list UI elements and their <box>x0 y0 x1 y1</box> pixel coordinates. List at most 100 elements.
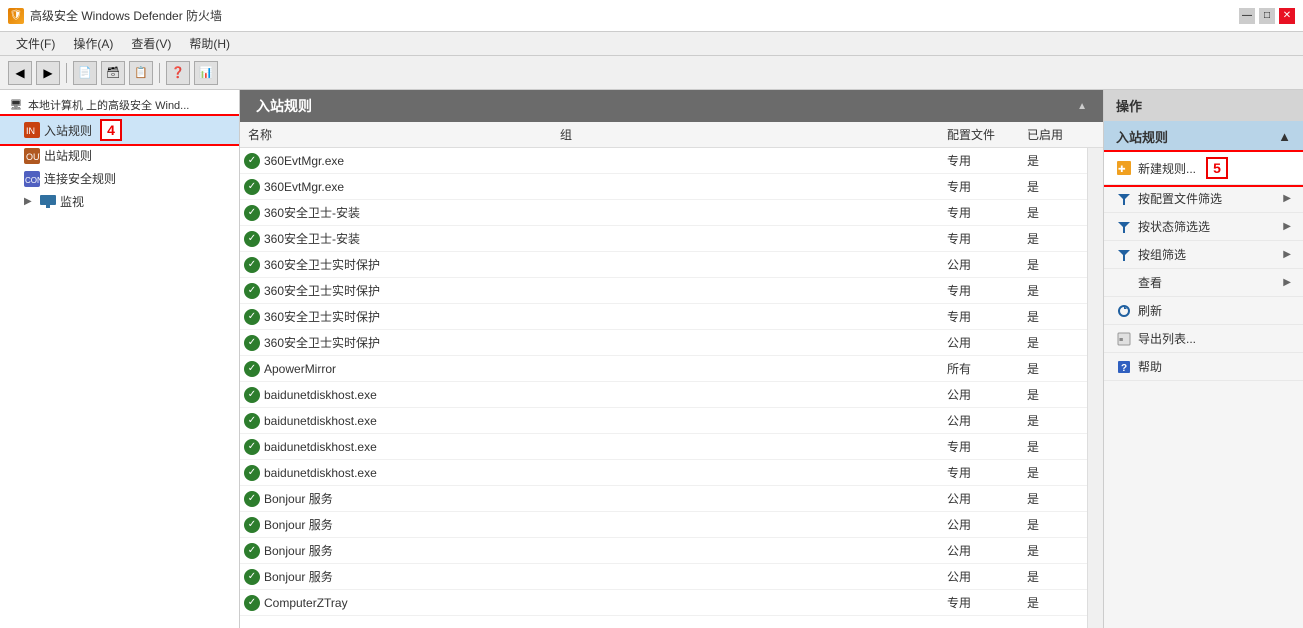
table-row[interactable]: ✓ baidunetdiskhost.exe 公用 是 <box>240 382 1087 408</box>
td-enabled-11: 是 <box>1027 438 1087 455</box>
td-name-8: ✓ ApowerMirror <box>240 361 560 377</box>
help-label: 帮助 <box>1138 358 1162 375</box>
td-profile-8: 所有 <box>947 360 1027 377</box>
menu-action[interactable]: 操作(A) <box>65 33 121 54</box>
refresh-item[interactable]: 刷新 <box>1104 297 1303 325</box>
table-row[interactable]: ✓ 360EvtMgr.exe 专用 是 <box>240 174 1087 200</box>
center-panel-header: 入站规则 ▲ <box>240 90 1103 122</box>
td-name-5: ✓ 360安全卫士实时保护 <box>240 282 560 299</box>
td-enabled-12: 是 <box>1027 464 1087 481</box>
filter-status-icon <box>1116 219 1132 235</box>
filter-profile-label: 按配置文件筛选 <box>1138 190 1222 207</box>
check-icon-11: ✓ <box>244 439 260 455</box>
table-row[interactable]: ✓ 360安全卫士实时保护 专用 是 <box>240 278 1087 304</box>
check-icon-8: ✓ <box>244 361 260 377</box>
check-icon-6: ✓ <box>244 309 260 325</box>
scrollbar[interactable] <box>1087 148 1103 628</box>
sidebar-item-inbound[interactable]: IN 入站规则 4 <box>0 116 239 144</box>
td-enabled-15: 是 <box>1027 542 1087 559</box>
back-button[interactable]: ◀ <box>8 61 32 85</box>
toolbar-btn-3[interactable]: 📋 <box>129 61 153 85</box>
filter-status-item[interactable]: 按状态筛选选 ▶ <box>1104 213 1303 241</box>
maximize-button[interactable]: □ <box>1259 8 1275 24</box>
table-row[interactable]: ✓ 360安全卫士实时保护 公用 是 <box>240 252 1087 278</box>
menu-bar: 文件(F) 操作(A) 查看(V) 帮助(H) <box>0 32 1303 56</box>
td-profile-11: 专用 <box>947 438 1027 455</box>
table-row[interactable]: ✓ 360安全卫士实时保护 专用 是 <box>240 304 1087 330</box>
table-row[interactable]: ✓ ApowerMirror 所有 是 <box>240 356 1087 382</box>
check-icon-1: ✓ <box>244 179 260 195</box>
help-icon: ? <box>1116 359 1132 375</box>
svg-text:✚: ✚ <box>1118 164 1126 174</box>
table-row[interactable]: ✓ 360安全卫士-安装 专用 是 <box>240 200 1087 226</box>
window-controls[interactable]: — □ ✕ <box>1239 8 1295 24</box>
sidebar-item-connection[interactable]: CON 连接安全规则 <box>0 167 239 190</box>
table-row[interactable]: ✓ Bonjour 服务 公用 是 <box>240 512 1087 538</box>
monitor-icon <box>40 194 56 210</box>
main-layout: 🖥 本地计算机 上的高级安全 Wind... IN 入站规则 4 OUT 出站规… <box>0 90 1303 628</box>
outbound-label: 出站规则 <box>44 147 92 164</box>
filter-group-label: 按组筛选 <box>1138 246 1186 263</box>
toolbar-btn-grid[interactable]: 📊 <box>194 61 218 85</box>
td-enabled-8: 是 <box>1027 360 1087 377</box>
table-row[interactable]: ✓ Bonjour 服务 公用 是 <box>240 564 1087 590</box>
col-profile[interactable]: 配置文件 <box>947 126 1027 143</box>
filter-profile-icon <box>1116 191 1132 207</box>
table-row[interactable]: ✓ Bonjour 服务 公用 是 <box>240 486 1087 512</box>
forward-button[interactable]: ▶ <box>36 61 60 85</box>
table-row[interactable]: ✓ ComputerZTray 专用 是 <box>240 590 1087 616</box>
export-item[interactable]: ≡ 导出列表... <box>1104 325 1303 353</box>
check-icon-14: ✓ <box>244 517 260 533</box>
view-label: 查看 <box>1138 274 1162 291</box>
filter-status-arrow: ▶ <box>1283 221 1291 232</box>
td-profile-17: 专用 <box>947 594 1027 611</box>
close-button[interactable]: ✕ <box>1279 8 1295 24</box>
new-rule-item[interactable]: ✚ 新建规则... 5 <box>1104 152 1303 185</box>
toolbar-btn-2[interactable]: 🗃 <box>101 61 125 85</box>
step-label-5: 5 <box>1206 157 1228 179</box>
col-name[interactable]: 名称 <box>240 126 560 143</box>
center-title: 入站规则 <box>256 96 312 116</box>
table-row[interactable]: ✓ baidunetdiskhost.exe 专用 是 <box>240 434 1087 460</box>
refresh-label: 刷新 <box>1138 302 1162 319</box>
window-title: 高级安全 Windows Defender 防火墙 <box>30 7 222 24</box>
menu-view[interactable]: 查看(V) <box>123 33 179 54</box>
table-row[interactable]: ✓ baidunetdiskhost.exe 专用 是 <box>240 460 1087 486</box>
toolbar-btn-1[interactable]: 📄 <box>73 61 97 85</box>
td-profile-10: 公用 <box>947 412 1027 429</box>
td-name-11: ✓ baidunetdiskhost.exe <box>240 439 560 455</box>
td-enabled-6: 是 <box>1027 308 1087 325</box>
left-panel: 🖥 本地计算机 上的高级安全 Wind... IN 入站规则 4 OUT 出站规… <box>0 90 240 628</box>
filter-group-item[interactable]: 按组筛选 ▶ <box>1104 241 1303 269</box>
computer-icon: 🖥 <box>8 97 24 113</box>
table-row[interactable]: ✓ 360EvtMgr.exe 专用 是 <box>240 148 1087 174</box>
check-icon-12: ✓ <box>244 465 260 481</box>
table-row[interactable]: ✓ 360安全卫士-安装 专用 是 <box>240 226 1087 252</box>
td-enabled-2: 是 <box>1027 204 1087 221</box>
toolbar-separator-2 <box>159 63 160 83</box>
svg-text:OUT: OUT <box>26 152 40 162</box>
check-icon-4: ✓ <box>244 257 260 273</box>
view-item[interactable]: 查看 ▶ <box>1104 269 1303 297</box>
help-item[interactable]: ? 帮助 <box>1104 353 1303 381</box>
sidebar-item-monitor[interactable]: ▶ 监视 <box>0 190 239 213</box>
td-name-3: ✓ 360安全卫士-安装 <box>240 230 560 247</box>
td-enabled-17: 是 <box>1027 594 1087 611</box>
table-row[interactable]: ✓ baidunetdiskhost.exe 公用 是 <box>240 408 1087 434</box>
sidebar-item-outbound[interactable]: OUT 出站规则 <box>0 144 239 167</box>
toolbar-btn-help[interactable]: ❓ <box>166 61 190 85</box>
filter-profile-item[interactable]: 按配置文件筛选 ▶ <box>1104 185 1303 213</box>
col-group[interactable]: 组 <box>560 126 947 143</box>
svg-text:≡: ≡ <box>1119 337 1123 344</box>
minimize-button[interactable]: — <box>1239 8 1255 24</box>
col-enabled[interactable]: 已启用 <box>1027 126 1087 143</box>
table-row[interactable]: ✓ 360安全卫士实时保护 公用 是 <box>240 330 1087 356</box>
menu-help[interactable]: 帮助(H) <box>181 33 238 54</box>
table-row[interactable]: ✓ Bonjour 服务 公用 是 <box>240 538 1087 564</box>
td-name-1: ✓ 360EvtMgr.exe <box>240 179 560 195</box>
left-panel-header: 🖥 本地计算机 上的高级安全 Wind... <box>0 94 239 116</box>
col-sort-placeholder <box>1087 126 1103 143</box>
menu-file[interactable]: 文件(F) <box>8 33 63 54</box>
td-name-10: ✓ baidunetdiskhost.exe <box>240 413 560 429</box>
check-icon-9: ✓ <box>244 387 260 403</box>
